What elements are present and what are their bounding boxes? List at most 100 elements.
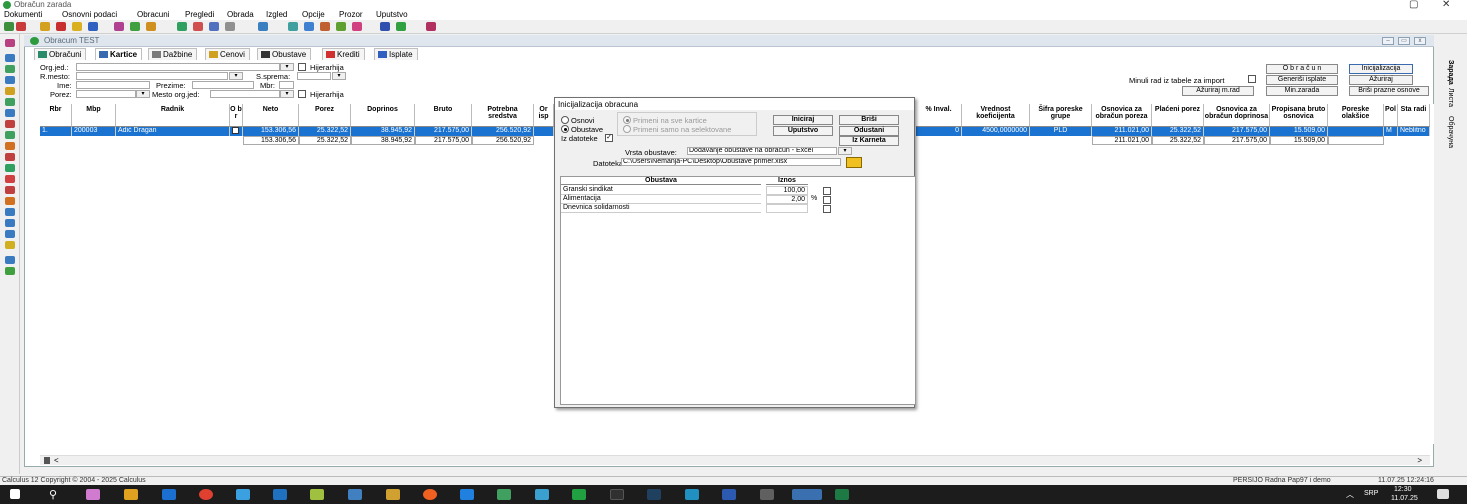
radio-primeni-sel[interactable] xyxy=(623,125,631,133)
calculus-icon[interactable] xyxy=(792,489,822,500)
copilot-icon[interactable] xyxy=(86,489,100,500)
exit-icon[interactable] xyxy=(426,22,436,31)
obustava-row-1-checkbox[interactable] xyxy=(823,196,831,204)
col-radnik[interactable]: Radnik xyxy=(116,104,230,127)
horizontal-scrollbar[interactable]: < > xyxy=(40,455,1430,465)
menu-dokumenti[interactable]: Dokumenti xyxy=(4,10,42,19)
col-porez[interactable]: Porez xyxy=(299,104,351,127)
pin-icon[interactable] xyxy=(5,39,15,47)
vrsta-obustave-select[interactable]: Dodavanje obustave na obračun - Excel xyxy=(687,147,837,155)
calc-icon[interactable] xyxy=(288,22,298,31)
import-icon[interactable] xyxy=(336,22,346,31)
obustava-row-0[interactable]: Granski sindikat xyxy=(561,186,761,195)
start-icon[interactable] xyxy=(10,489,20,499)
minimize-icon[interactable]: – xyxy=(1382,37,1394,45)
cell-doprinos[interactable]: 38.945,92 xyxy=(351,127,415,136)
hijerarhija2-checkbox[interactable] xyxy=(298,90,306,98)
table-icon[interactable] xyxy=(304,22,314,31)
cell-pol[interactable]: M xyxy=(1384,127,1398,136)
tab-obustave[interactable]: Obustave xyxy=(257,48,312,60)
odustani-button[interactable]: Odustani xyxy=(839,126,899,136)
close-icon[interactable]: ✕ xyxy=(1442,0,1450,10)
col-sta-radi[interactable]: Sta radi xyxy=(1398,104,1430,127)
favorite-icon[interactable] xyxy=(16,22,26,31)
cell-inval[interactable]: 0 xyxy=(916,127,962,136)
radio-obustave[interactable] xyxy=(561,125,569,133)
app7-icon[interactable] xyxy=(647,489,661,500)
side-label-lista[interactable]: Листа xyxy=(1440,88,1454,107)
menu-osnovni-podaci[interactable]: Osnovni podaci xyxy=(62,10,117,19)
cell-sifra[interactable]: PLD xyxy=(1030,127,1092,136)
grid-icon[interactable] xyxy=(225,22,235,31)
col-or-isp[interactable]: Or isp xyxy=(534,104,554,127)
cell-sta[interactable]: Neblitno xyxy=(1398,127,1430,136)
restore-icon[interactable]: ▭ xyxy=(1398,37,1410,45)
refresh-icon[interactable] xyxy=(396,22,406,31)
col-inval[interactable]: % Inval. xyxy=(916,104,962,127)
porez-dropdown[interactable]: ▾ xyxy=(136,90,150,98)
vscode-icon[interactable] xyxy=(460,489,474,500)
export-icon[interactable] xyxy=(320,22,330,31)
iznos-row-2[interactable] xyxy=(766,204,808,213)
menu-prozor[interactable]: Prozor xyxy=(339,10,363,19)
app-icon[interactable] xyxy=(273,489,287,500)
settings-icon[interactable] xyxy=(5,267,15,275)
filter-icon[interactable] xyxy=(5,219,15,227)
azuriraj-button[interactable]: Ažuriraj xyxy=(1349,75,1413,85)
cell-osn-doprinos[interactable]: 217.575,00 xyxy=(1204,127,1270,136)
edit-icon[interactable] xyxy=(130,22,140,31)
org-jed-dropdown[interactable]: ▾ xyxy=(280,63,294,71)
teams-icon[interactable] xyxy=(236,489,250,500)
generisi-isplate-button[interactable]: Generiši isplate xyxy=(1266,75,1338,85)
word-icon[interactable] xyxy=(722,489,736,500)
delete-icon[interactable] xyxy=(56,22,66,31)
col-poreske-olaksice[interactable]: Poreske olakšice xyxy=(1328,104,1384,127)
tab-obracuni[interactable]: Obračuni xyxy=(34,48,87,60)
cell-olaksice[interactable] xyxy=(1328,127,1384,136)
search-icon[interactable] xyxy=(5,208,15,216)
iznos-row-0[interactable]: 100,00 xyxy=(766,186,808,195)
cell-neto[interactable]: 153.306,56 xyxy=(243,127,299,136)
radio-osnovi[interactable] xyxy=(561,116,569,124)
col-vrednost-koeficijenta[interactable]: Vrednost koeficijenta xyxy=(962,104,1030,127)
col-osnovica-porez[interactable]: Osnovica za obračun poreza xyxy=(1092,104,1152,127)
sheet-icon[interactable] xyxy=(5,65,15,73)
app4-icon[interactable] xyxy=(535,489,549,500)
menu-uputstvo[interactable]: Uputstvo xyxy=(376,10,408,19)
s-sprema-input[interactable] xyxy=(297,72,331,80)
menu-izgled[interactable]: Izgled xyxy=(266,10,287,19)
alert-icon[interactable] xyxy=(5,175,15,183)
col-obr[interactable]: O b r xyxy=(230,104,243,127)
tab-isplate[interactable]: Isplate xyxy=(374,48,418,60)
app6-icon[interactable] xyxy=(610,489,624,500)
menu-obracuni[interactable]: Obracuni xyxy=(137,10,169,19)
cell-obr[interactable] xyxy=(230,127,243,136)
save-icon[interactable] xyxy=(88,22,98,31)
check-icon[interactable] xyxy=(5,241,15,249)
obustava-row-0-checkbox[interactable] xyxy=(823,187,831,195)
r-mesto-dropdown[interactable]: ▾ xyxy=(229,72,243,80)
side-label-obracuna[interactable]: Обрачуна xyxy=(1440,116,1454,148)
explorer-icon[interactable] xyxy=(124,489,138,500)
close-icon[interactable]: x xyxy=(1414,37,1426,45)
col-bruto[interactable]: Bruto xyxy=(415,104,472,127)
iz-karneta-button[interactable]: Iz Karneta xyxy=(839,136,899,146)
money-icon[interactable] xyxy=(5,131,15,139)
cell-radnik[interactable]: Adić Dragan xyxy=(116,127,230,136)
credit-icon[interactable] xyxy=(5,142,15,150)
cell-bruto[interactable]: 217.575,00 xyxy=(415,127,472,136)
tab-cenovi[interactable]: Cenovi xyxy=(205,48,250,60)
hijerarhija-checkbox[interactable] xyxy=(298,63,306,71)
cell-mbp[interactable]: 200003 xyxy=(72,127,116,136)
porez-input[interactable] xyxy=(76,90,136,98)
folder-icon[interactable] xyxy=(386,489,400,500)
app2-icon[interactable] xyxy=(423,489,437,500)
clock-time[interactable]: 12:30 xyxy=(1394,486,1412,493)
print-icon[interactable] xyxy=(258,22,268,31)
cell-rbr[interactable]: 1. xyxy=(40,127,72,136)
cell-propisana[interactable]: 15.509,00 xyxy=(1270,127,1328,136)
app5-icon[interactable] xyxy=(572,489,586,500)
cell-porez[interactable]: 25.322,52 xyxy=(299,127,351,136)
iz-datoteke-checkbox[interactable]: ✓ xyxy=(605,134,613,142)
app8-icon[interactable] xyxy=(685,489,699,500)
